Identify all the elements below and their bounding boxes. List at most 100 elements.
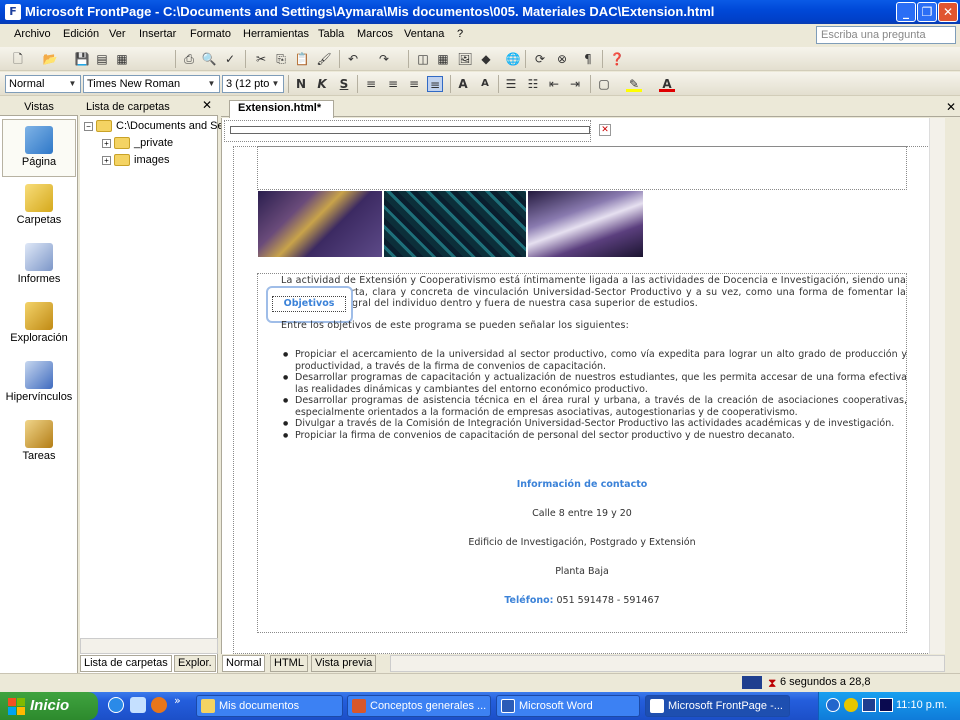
menu-formato[interactable]: Formato: [190, 28, 231, 40]
minimize-button[interactable]: _: [896, 2, 916, 22]
format-painter-icon[interactable]: 🖌: [316, 51, 332, 67]
show-all-icon[interactable]: ¶: [580, 51, 596, 67]
toggle-pane-icon[interactable]: ▦: [114, 51, 130, 67]
grow-font-icon[interactable]: A: [455, 76, 471, 92]
menu-insertar[interactable]: Insertar: [139, 28, 176, 40]
view-navigation-button[interactable]: Exploración: [2, 296, 76, 354]
hyperlink-icon[interactable]: 🌐: [505, 51, 521, 67]
justify-icon[interactable]: ≡: [427, 76, 443, 92]
ask-question-input[interactable]: Escriba una pregunta: [816, 26, 956, 44]
menu-marcos[interactable]: Marcos: [357, 28, 393, 40]
view-folders-button[interactable]: Carpetas: [2, 178, 76, 236]
tab-navigation[interactable]: Explor.: [174, 655, 216, 672]
print-icon[interactable]: ⎙: [181, 51, 197, 67]
close-document-icon[interactable]: ✕: [946, 100, 956, 114]
folder-icon: [114, 154, 130, 167]
tree-root[interactable]: − C:\Documents and Set: [84, 118, 227, 134]
italic-icon[interactable]: K: [314, 76, 330, 92]
tab-folder-list[interactable]: Lista de carpetas: [80, 655, 172, 672]
phone-number: 051 591478 - 591467: [556, 595, 660, 606]
tray-icon[interactable]: [862, 698, 876, 712]
desktop-icon[interactable]: [130, 697, 146, 713]
editor-vscrollbar[interactable]: [929, 118, 945, 654]
decrease-indent-icon[interactable]: ⇤: [546, 76, 562, 92]
underline-icon[interactable]: S: [336, 76, 352, 92]
menu-ver[interactable]: Ver: [109, 28, 126, 40]
tray-icon[interactable]: [844, 698, 858, 712]
publish-icon[interactable]: ▤: [94, 51, 110, 67]
task-mis-documentos[interactable]: Mis documentos: [196, 695, 343, 717]
style-value: Normal: [9, 78, 45, 90]
folder-hscrollbar[interactable]: [80, 638, 218, 654]
menu-herramientas[interactable]: Herramientas: [243, 28, 309, 40]
save-icon[interactable]: 💾: [74, 51, 90, 67]
view-label: Exploración: [10, 332, 68, 344]
tray-icon[interactable]: [879, 698, 893, 712]
redo-icon[interactable]: ↷: [376, 51, 392, 67]
shrink-font-icon[interactable]: A: [477, 76, 493, 92]
tray-icon[interactable]: [826, 698, 840, 712]
font-combo[interactable]: Times New Roman ▼: [83, 75, 220, 93]
align-center-icon[interactable]: ≡: [385, 76, 401, 92]
task-word[interactable]: Microsoft Word: [496, 695, 640, 717]
folder-icon: [201, 699, 215, 713]
maximize-button[interactable]: ❐: [917, 2, 937, 22]
view-hyperlinks-button[interactable]: Hipervínculos: [2, 355, 76, 413]
font-color-icon[interactable]: A: [659, 76, 675, 92]
view-page-button[interactable]: Página: [2, 119, 76, 177]
style-combo[interactable]: Normal ▼: [5, 75, 81, 93]
tree-item-private[interactable]: + _private: [102, 135, 173, 151]
close-icon[interactable]: ✕: [202, 98, 212, 112]
help-icon[interactable]: ❓: [609, 51, 625, 67]
collapse-icon[interactable]: −: [84, 121, 93, 131]
bold-icon[interactable]: N: [293, 76, 309, 92]
numbering-icon[interactable]: ☰: [503, 76, 519, 92]
insert-table-icon[interactable]: ▦: [435, 51, 451, 67]
tree-item-images[interactable]: + images: [102, 152, 169, 168]
menu-ventana[interactable]: Ventana: [404, 28, 444, 40]
tab-preview[interactable]: Vista previa: [311, 655, 377, 672]
editor-hscrollbar[interactable]: [390, 655, 945, 672]
view-tasks-button[interactable]: Tareas: [2, 414, 76, 472]
task-frontpage[interactable]: Microsoft FrontPage -...: [645, 695, 790, 717]
paste-icon[interactable]: 📋: [294, 51, 310, 67]
bullets-icon[interactable]: ☷: [525, 76, 541, 92]
drawing-icon[interactable]: ◆: [478, 51, 494, 67]
ie-icon[interactable]: [108, 697, 124, 713]
expand-icon[interactable]: +: [102, 138, 111, 148]
copy-icon[interactable]: ⎘: [273, 51, 289, 67]
menu-archivo[interactable]: Archivo: [14, 28, 51, 40]
new-page-icon[interactable]: 🗋: [10, 51, 26, 67]
task-conceptos[interactable]: Conceptos generales ...: [347, 695, 491, 717]
view-label: Informes: [17, 273, 61, 285]
navigation-view-icon: [25, 302, 53, 330]
highlight-icon[interactable]: ✎: [626, 76, 642, 92]
tab-normal[interactable]: Normal: [222, 655, 266, 672]
web-component-icon[interactable]: ◫: [415, 51, 431, 67]
size-combo[interactable]: 3 (12 pto ▼: [222, 75, 284, 93]
firefox-icon[interactable]: [151, 697, 167, 713]
tab-html[interactable]: HTML: [270, 655, 308, 672]
cut-icon[interactable]: ✂: [253, 51, 269, 67]
align-left-icon[interactable]: ≡: [363, 76, 379, 92]
objective-item: Propiciar la firma de convenios de capac…: [283, 430, 907, 442]
view-reports-button[interactable]: Informes: [2, 237, 76, 295]
expand-quicklaunch-icon[interactable]: »: [174, 694, 181, 707]
align-right-icon[interactable]: ≡: [406, 76, 422, 92]
preview-icon[interactable]: 🔍: [201, 51, 217, 67]
spelling-icon[interactable]: ✓: [222, 51, 238, 67]
close-button[interactable]: ✕: [938, 2, 958, 22]
undo-icon[interactable]: ↶: [345, 51, 361, 67]
borders-icon[interactable]: ▢: [596, 76, 612, 92]
expand-icon[interactable]: +: [102, 155, 111, 165]
increase-indent-icon[interactable]: ⇥: [567, 76, 583, 92]
stop-icon[interactable]: ⊗: [554, 51, 570, 67]
menu-edicion[interactable]: Edición: [63, 28, 99, 40]
menu-tabla[interactable]: Tabla: [318, 28, 344, 40]
refresh-icon[interactable]: ⟳: [532, 51, 548, 67]
open-icon[interactable]: 📂: [42, 51, 58, 67]
menu-help[interactable]: ?: [457, 28, 463, 40]
insert-picture-icon[interactable]: 🖼: [457, 51, 473, 67]
form-field[interactable]: [230, 126, 590, 134]
document-tab[interactable]: Extension.html*: [229, 100, 335, 118]
